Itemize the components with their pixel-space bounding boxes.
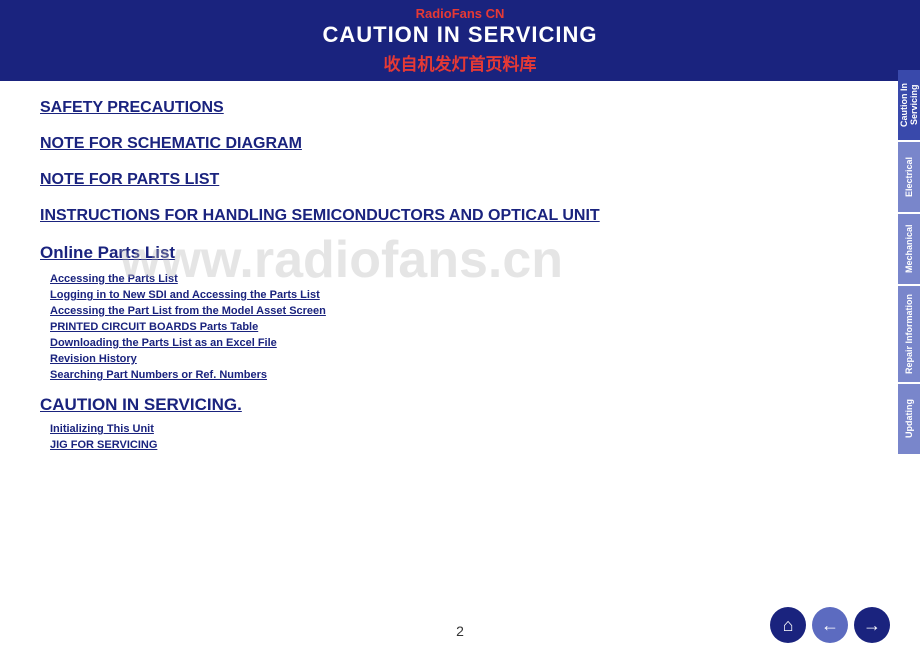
accessing-model-link[interactable]: Accessing the Part List from the Model A… [50, 305, 856, 317]
forward-button[interactable]: → [854, 607, 890, 643]
watermark-bottom: 收自机发灯首页料库 [0, 50, 920, 75]
caution-sublinks: Initializing This Unit JIG FOR SERVICING [50, 423, 856, 451]
schematic-diagram-link[interactable]: NOTE FOR SCHEMATIC DIAGRAM [40, 135, 856, 153]
jig-link[interactable]: JIG FOR SERVICING [50, 439, 856, 451]
pcb-table-link[interactable]: PRINTED CIRCUIT BOARDS Parts Table [50, 321, 856, 333]
semiconductors-link[interactable]: INSTRUCTIONS FOR HANDLING SEMICONDUCTORS… [40, 207, 856, 225]
searching-link[interactable]: Searching Part Numbers or Ref. Numbers [50, 369, 856, 381]
parts-list-link[interactable]: NOTE FOR PARTS LIST [40, 171, 856, 189]
sidebar-tab-mechanical[interactable]: Mechanical [898, 214, 920, 284]
page-number: 2 [456, 623, 464, 639]
online-parts-sublinks: Accessing the Parts List Logging in to N… [50, 273, 856, 381]
back-button[interactable]: ← [812, 607, 848, 643]
online-parts-title: Online Parts List [40, 243, 856, 263]
sidebar-tabs: Caution InServicing Electrical Mechanica… [898, 70, 920, 454]
accessing-parts-link[interactable]: Accessing the Parts List [50, 273, 856, 285]
logging-in-link[interactable]: Logging in to New SDI and Accessing the … [50, 289, 856, 301]
sidebar-tab-caution[interactable]: Caution InServicing [898, 70, 920, 140]
page-header: RadioFans CN CAUTION IN SERVICING 收自机发灯首… [0, 0, 920, 81]
caution-servicing-title: CAUTION IN SERVICING. [40, 395, 856, 415]
sidebar-tab-repair[interactable]: Repair Information [898, 286, 920, 382]
initializing-link[interactable]: Initializing This Unit [50, 423, 856, 435]
watermark-top: RadioFans CN [416, 6, 505, 21]
page-footer: 2 ⌂ ← → [0, 607, 920, 651]
home-button[interactable]: ⌂ [770, 607, 806, 643]
sidebar-tab-updating[interactable]: Updating [898, 384, 920, 454]
revision-history-link[interactable]: Revision History [50, 353, 856, 365]
header-title: CAUTION IN SERVICING [0, 22, 920, 48]
downloading-link[interactable]: Downloading the Parts List as an Excel F… [50, 337, 856, 349]
sidebar-tab-electrical[interactable]: Electrical [898, 142, 920, 212]
footer-navigation: ⌂ ← → [770, 607, 890, 643]
main-content: SAFETY PRECAUTIONS NOTE FOR SCHEMATIC DI… [0, 81, 896, 465]
safety-precautions-link[interactable]: SAFETY PRECAUTIONS [40, 99, 856, 117]
